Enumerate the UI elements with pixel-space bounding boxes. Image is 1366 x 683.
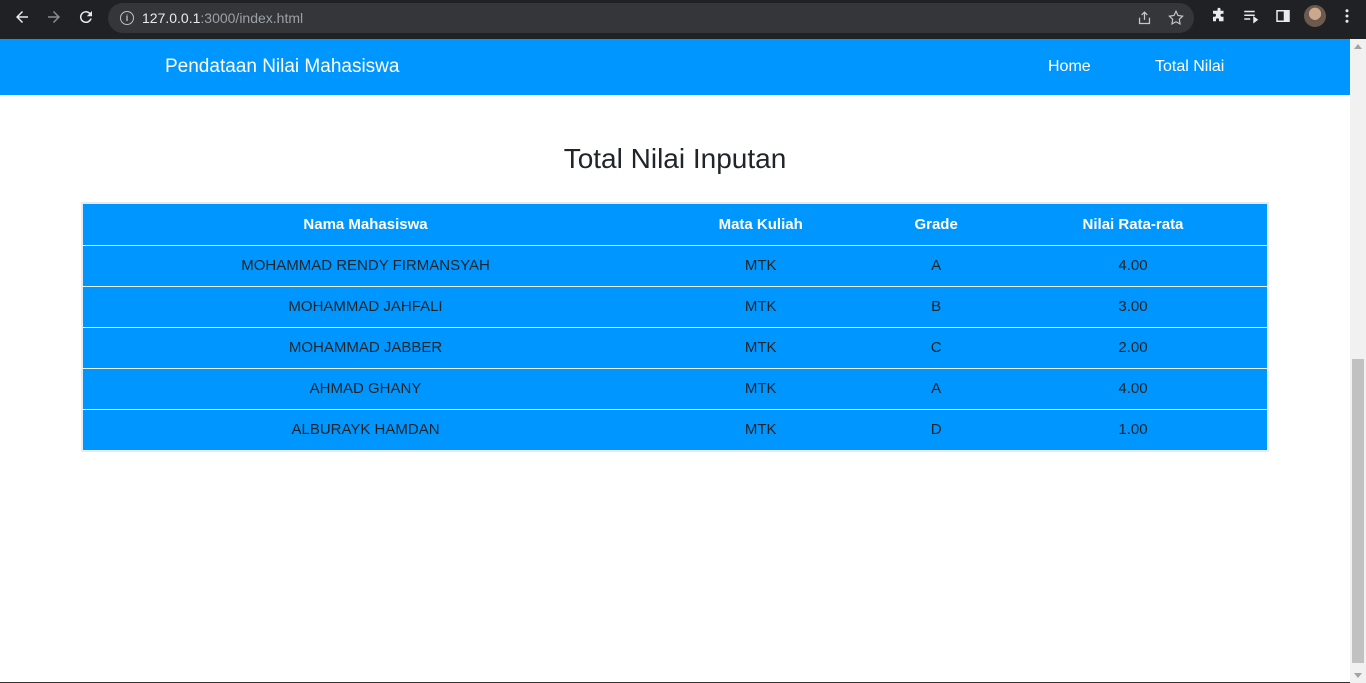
cell-grade: B	[873, 285, 999, 327]
scroll-thumb[interactable]	[1352, 359, 1364, 663]
address-bar[interactable]: i 127.0.0.1:3000/index.html	[108, 3, 1194, 33]
url-path: :3000/index.html	[200, 10, 304, 26]
cell-mata-kuliah: MTK	[648, 244, 874, 286]
table-row: AHMAD GHANY MTK A 4.00	[83, 367, 1267, 409]
puzzle-icon[interactable]	[1208, 5, 1230, 27]
browser-toolbar: i 127.0.0.1:3000/index.html	[0, 0, 1366, 39]
info-icon[interactable]: i	[120, 11, 134, 25]
reading-list-icon[interactable]	[1240, 5, 1262, 27]
cell-grade: C	[873, 326, 999, 368]
back-icon[interactable]	[6, 1, 38, 33]
reload-icon[interactable]	[70, 1, 102, 33]
cell-mata-kuliah: MTK	[648, 367, 874, 409]
url-host: 127.0.0.1	[142, 10, 201, 26]
site-navbar: Pendataan Nilai Mahasiswa Home Total Nil…	[0, 39, 1350, 95]
grades-table: Nama Mahasiswa Mata Kuliah Grade Nilai R…	[81, 202, 1269, 452]
table-row: MOHAMMAD JABBER MTK C 2.00	[83, 326, 1267, 368]
header-grade: Grade	[914, 215, 958, 233]
nav-link-total-nilai[interactable]: Total Nilai	[1155, 58, 1224, 76]
scroll-up-icon[interactable]	[1354, 44, 1362, 49]
cell-grade: A	[873, 367, 999, 409]
vertical-scrollbar[interactable]	[1350, 39, 1366, 683]
scroll-down-icon[interactable]	[1354, 673, 1362, 678]
star-icon[interactable]	[1166, 8, 1186, 28]
cell-grade: A	[873, 244, 999, 286]
side-panel-icon[interactable]	[1272, 5, 1294, 27]
cell-mata-kuliah: MTK	[648, 408, 874, 450]
cell-nilai: 4.00	[998, 367, 1267, 409]
kebab-menu-icon[interactable]	[1336, 5, 1358, 27]
cell-nilai: 3.00	[998, 285, 1267, 327]
forward-icon[interactable]	[38, 1, 70, 33]
cell-nama: MOHAMMAD JABBER	[83, 326, 649, 368]
brand-title[interactable]: Pendataan Nilai Mahasiswa	[165, 56, 399, 78]
cell-nilai: 4.00	[998, 244, 1267, 286]
cell-mata-kuliah: MTK	[648, 326, 874, 368]
cell-nama: AHMAD GHANY	[83, 367, 649, 409]
nav-link-home[interactable]: Home	[1048, 58, 1091, 76]
cell-nama: ALBURAYK HAMDAN	[83, 408, 649, 450]
cell-nilai: 1.00	[998, 408, 1267, 450]
cell-grade: D	[873, 408, 999, 450]
page-title: Total Nilai Inputan	[563, 143, 787, 174]
table-row: MOHAMMAD JAHFALI MTK B 3.00	[83, 285, 1267, 327]
header-nama-mahasiswa: Nama Mahasiswa	[303, 215, 428, 233]
cell-mata-kuliah: MTK	[648, 285, 874, 327]
cell-nama: MOHAMMAD JAHFALI	[83, 285, 649, 327]
header-mata-kuliah: Mata Kuliah	[718, 215, 803, 233]
cell-nama: MOHAMMAD RENDY FIRMANSYAH	[83, 244, 649, 286]
table-row: ALBURAYK HAMDAN MTK D 1.00	[83, 408, 1267, 450]
cell-nilai: 2.00	[998, 326, 1267, 368]
share-icon[interactable]	[1134, 8, 1154, 28]
table-row: MOHAMMAD RENDY FIRMANSYAH MTK A 4.00	[83, 244, 1267, 286]
avatar[interactable]	[1304, 5, 1326, 27]
table-header-row: Nama Mahasiswa Mata Kuliah Grade Nilai R…	[83, 204, 1267, 245]
header-nilai-rata-rata: Nilai Rata-rata	[1082, 215, 1184, 233]
